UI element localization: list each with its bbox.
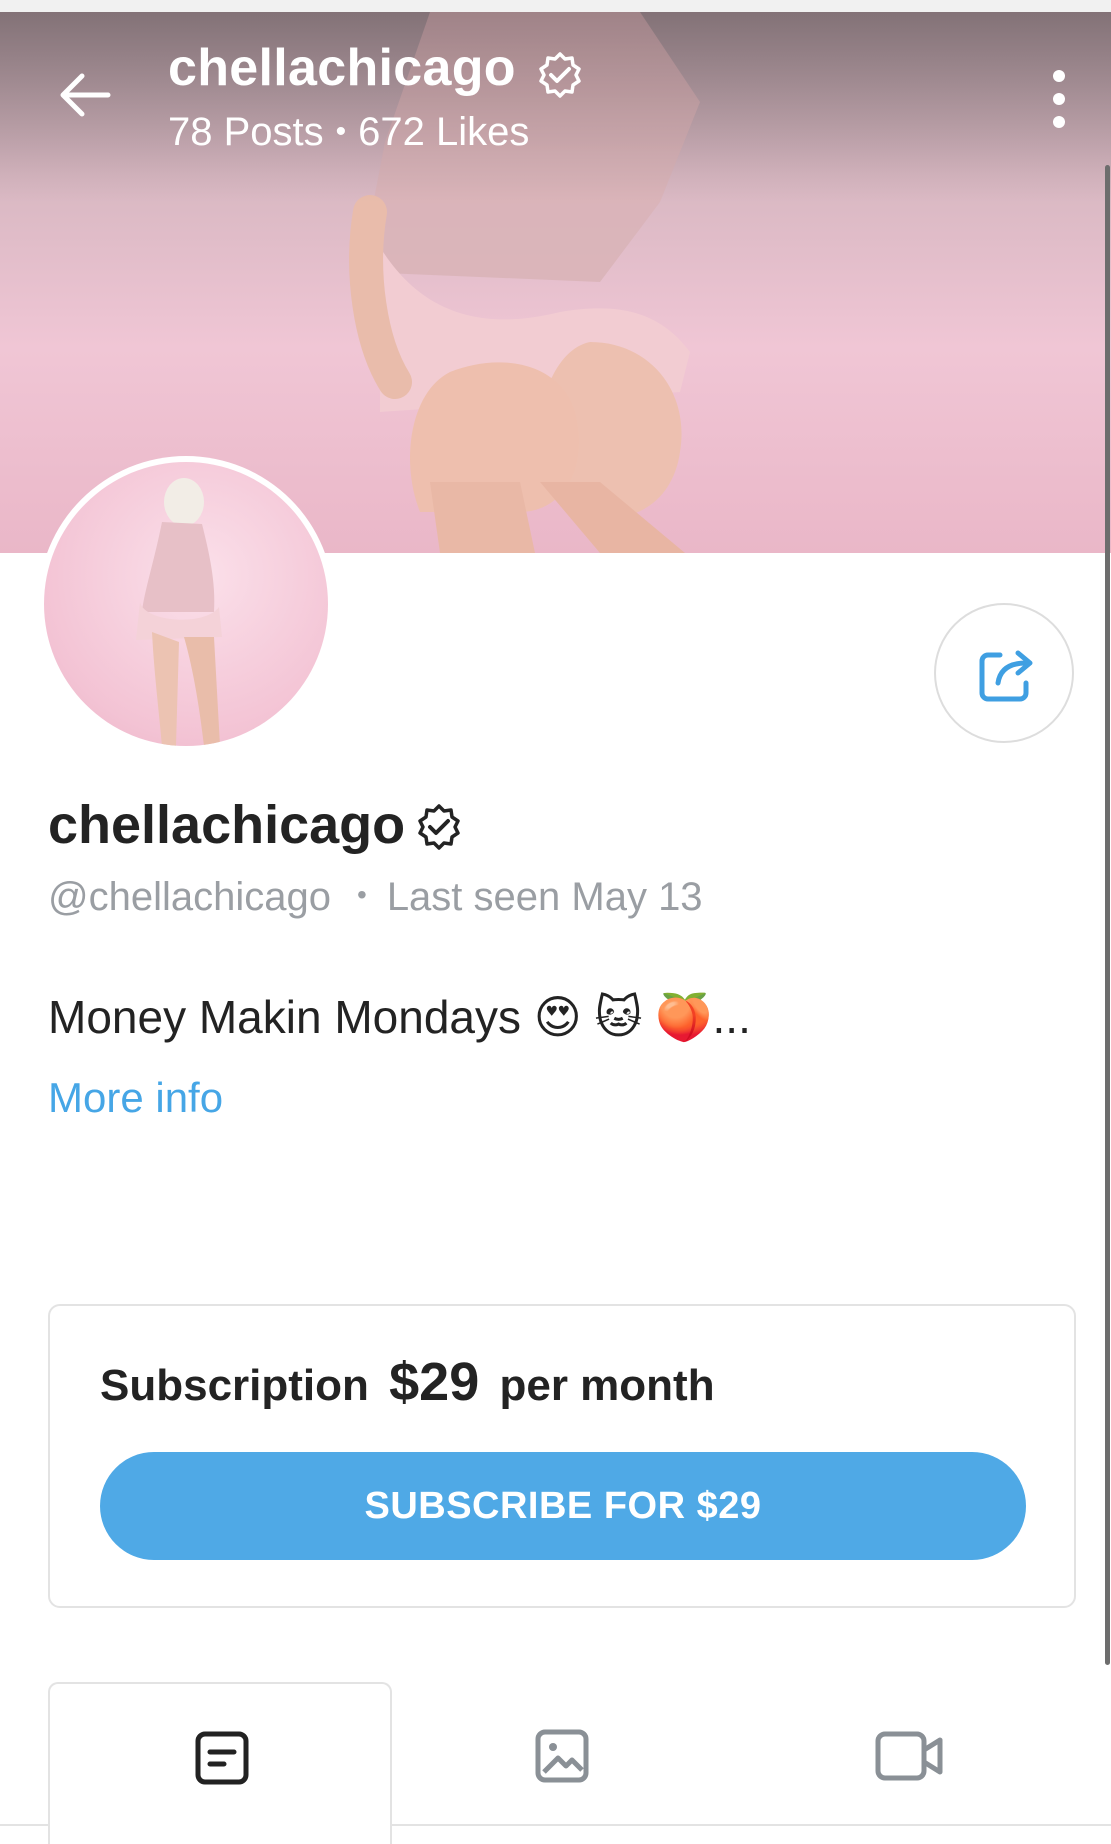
avatar-image bbox=[44, 462, 328, 746]
header-stats: 78 Posts • 672 Likes bbox=[168, 110, 529, 155]
profile-bio: Money Makin Mondays 😍 🐱 🍑... bbox=[48, 991, 751, 1043]
profile-handle: @chellachicago bbox=[48, 875, 331, 919]
last-seen: Last seen May 13 bbox=[386, 875, 703, 919]
tab-photos[interactable] bbox=[420, 1682, 700, 1844]
videos-icon bbox=[875, 1731, 943, 1781]
meta-separator: • bbox=[357, 879, 367, 910]
more-vertical-icon[interactable] bbox=[1044, 66, 1074, 132]
tab-videos[interactable] bbox=[760, 1682, 1060, 1844]
profile-display-name: chellachicago bbox=[48, 795, 406, 855]
verified-badge-icon bbox=[539, 52, 581, 98]
share-icon bbox=[979, 650, 1033, 702]
scrollbar[interactable] bbox=[1105, 165, 1110, 1665]
subscription-title: Subscription $29 per month bbox=[100, 1351, 715, 1413]
content-tabs bbox=[0, 1682, 1111, 1844]
subscription-price: $29 bbox=[389, 1352, 480, 1412]
subscription-label: Subscription bbox=[100, 1361, 369, 1410]
avatar[interactable] bbox=[38, 456, 334, 752]
avatar-figure bbox=[136, 478, 222, 746]
more-info-link[interactable]: More info bbox=[48, 1074, 223, 1122]
header-username: chellachicago bbox=[168, 39, 516, 97]
photos-icon bbox=[535, 1729, 589, 1783]
posts-icon bbox=[195, 1731, 249, 1785]
posts-count: 78 Posts bbox=[168, 110, 324, 154]
stats-separator: • bbox=[335, 115, 347, 148]
cover-shade bbox=[0, 12, 1111, 202]
profile-meta: @chellachicago • Last seen May 13 bbox=[48, 875, 703, 920]
arrow-left-icon[interactable] bbox=[56, 66, 114, 124]
tab-posts[interactable] bbox=[48, 1682, 392, 1844]
subscription-period: per month bbox=[499, 1361, 715, 1410]
subscription-card: Subscription $29 per month SUBSCRIBE FOR… bbox=[48, 1304, 1076, 1608]
share-button[interactable] bbox=[934, 603, 1074, 743]
subscribe-button[interactable]: SUBSCRIBE FOR $29 bbox=[100, 1452, 1026, 1560]
verified-badge-icon bbox=[418, 804, 460, 850]
likes-count: 672 Likes bbox=[358, 110, 530, 154]
